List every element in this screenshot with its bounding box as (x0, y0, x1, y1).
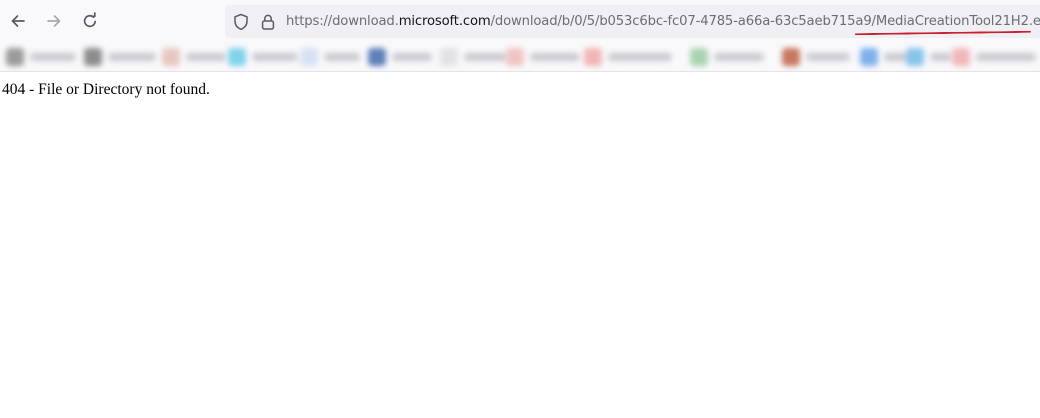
bookmark-item[interactable] (440, 46, 508, 68)
bookmark-item[interactable] (300, 46, 360, 68)
bookmark-item[interactable] (162, 46, 226, 68)
bookmark-item[interactable] (584, 46, 672, 68)
url-prefix: https://download. (286, 14, 399, 29)
arrow-left-icon (11, 15, 25, 27)
address-bar[interactable]: https://download.microsoft.com/download/… (225, 5, 1040, 38)
bookmark-item[interactable] (84, 46, 156, 68)
bookmarks-toolbar (0, 42, 1040, 72)
error-message: 404 - File or Directory not found. (2, 81, 210, 98)
reload-icon (83, 12, 97, 28)
url-host: microsoft.com (398, 14, 491, 29)
bookmark-item[interactable] (906, 46, 952, 68)
bookmark-item[interactable] (506, 46, 580, 68)
lock-icon[interactable] (260, 13, 276, 31)
url-file: MediaCreationTool21H2.exe (875, 14, 1040, 29)
back-button[interactable] (5, 8, 31, 34)
forward-button[interactable] (41, 8, 67, 34)
arrow-right-icon (47, 15, 61, 27)
bookmark-item[interactable] (952, 46, 1036, 68)
bookmark-item[interactable] (690, 46, 764, 68)
browser-toolbar: https://download.microsoft.com/download/… (0, 0, 1040, 42)
reload-button[interactable] (77, 8, 103, 34)
bookmark-item[interactable] (860, 46, 910, 68)
bookmark-item[interactable] (228, 46, 298, 68)
bookmark-item[interactable] (782, 46, 850, 68)
url-text[interactable]: https://download.microsoft.com/download/… (286, 14, 1040, 30)
url-highlight-underline (854, 30, 1032, 36)
url-path: /download/b/0/5/b053c6bc-fc07-4785-a66a-… (490, 14, 876, 29)
bookmark-item[interactable] (368, 46, 432, 68)
bookmark-item[interactable] (6, 46, 76, 68)
shield-icon[interactable] (233, 13, 249, 31)
